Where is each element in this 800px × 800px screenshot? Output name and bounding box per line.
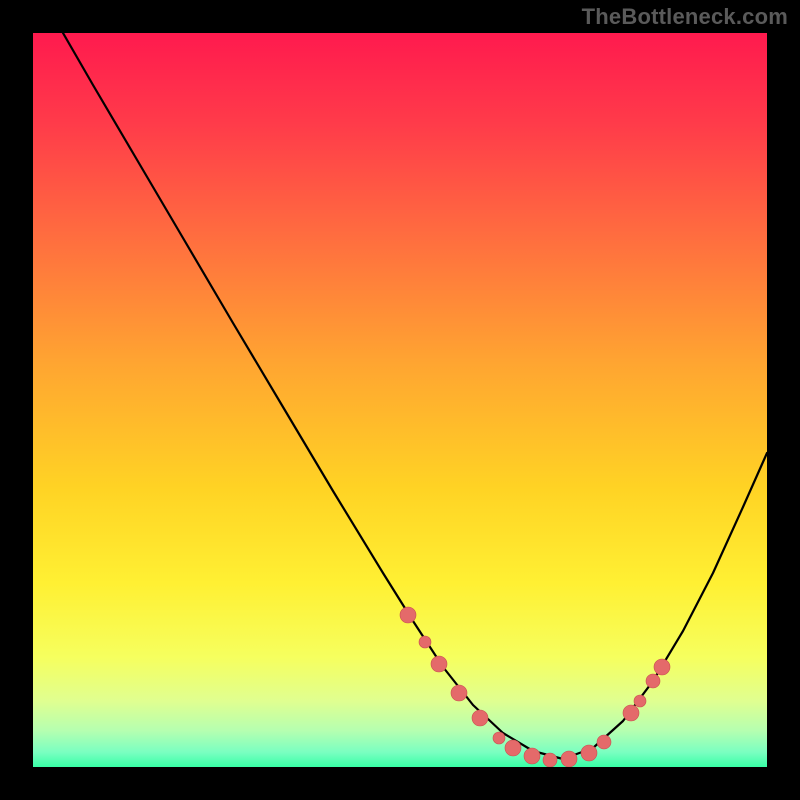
data-point bbox=[581, 745, 597, 761]
data-point bbox=[505, 740, 521, 756]
data-point bbox=[543, 753, 557, 767]
data-point bbox=[472, 710, 488, 726]
data-point bbox=[524, 748, 540, 764]
watermark-text: TheBottleneck.com bbox=[582, 4, 788, 30]
plot-area bbox=[33, 33, 767, 767]
data-point bbox=[597, 735, 611, 749]
data-point bbox=[419, 636, 431, 648]
data-point bbox=[400, 607, 416, 623]
data-point bbox=[623, 705, 639, 721]
data-point bbox=[561, 751, 577, 767]
data-point bbox=[431, 656, 447, 672]
data-point bbox=[646, 674, 660, 688]
data-point bbox=[634, 695, 646, 707]
data-points bbox=[33, 33, 767, 767]
data-point bbox=[451, 685, 467, 701]
data-point bbox=[493, 732, 505, 744]
data-point bbox=[654, 659, 670, 675]
